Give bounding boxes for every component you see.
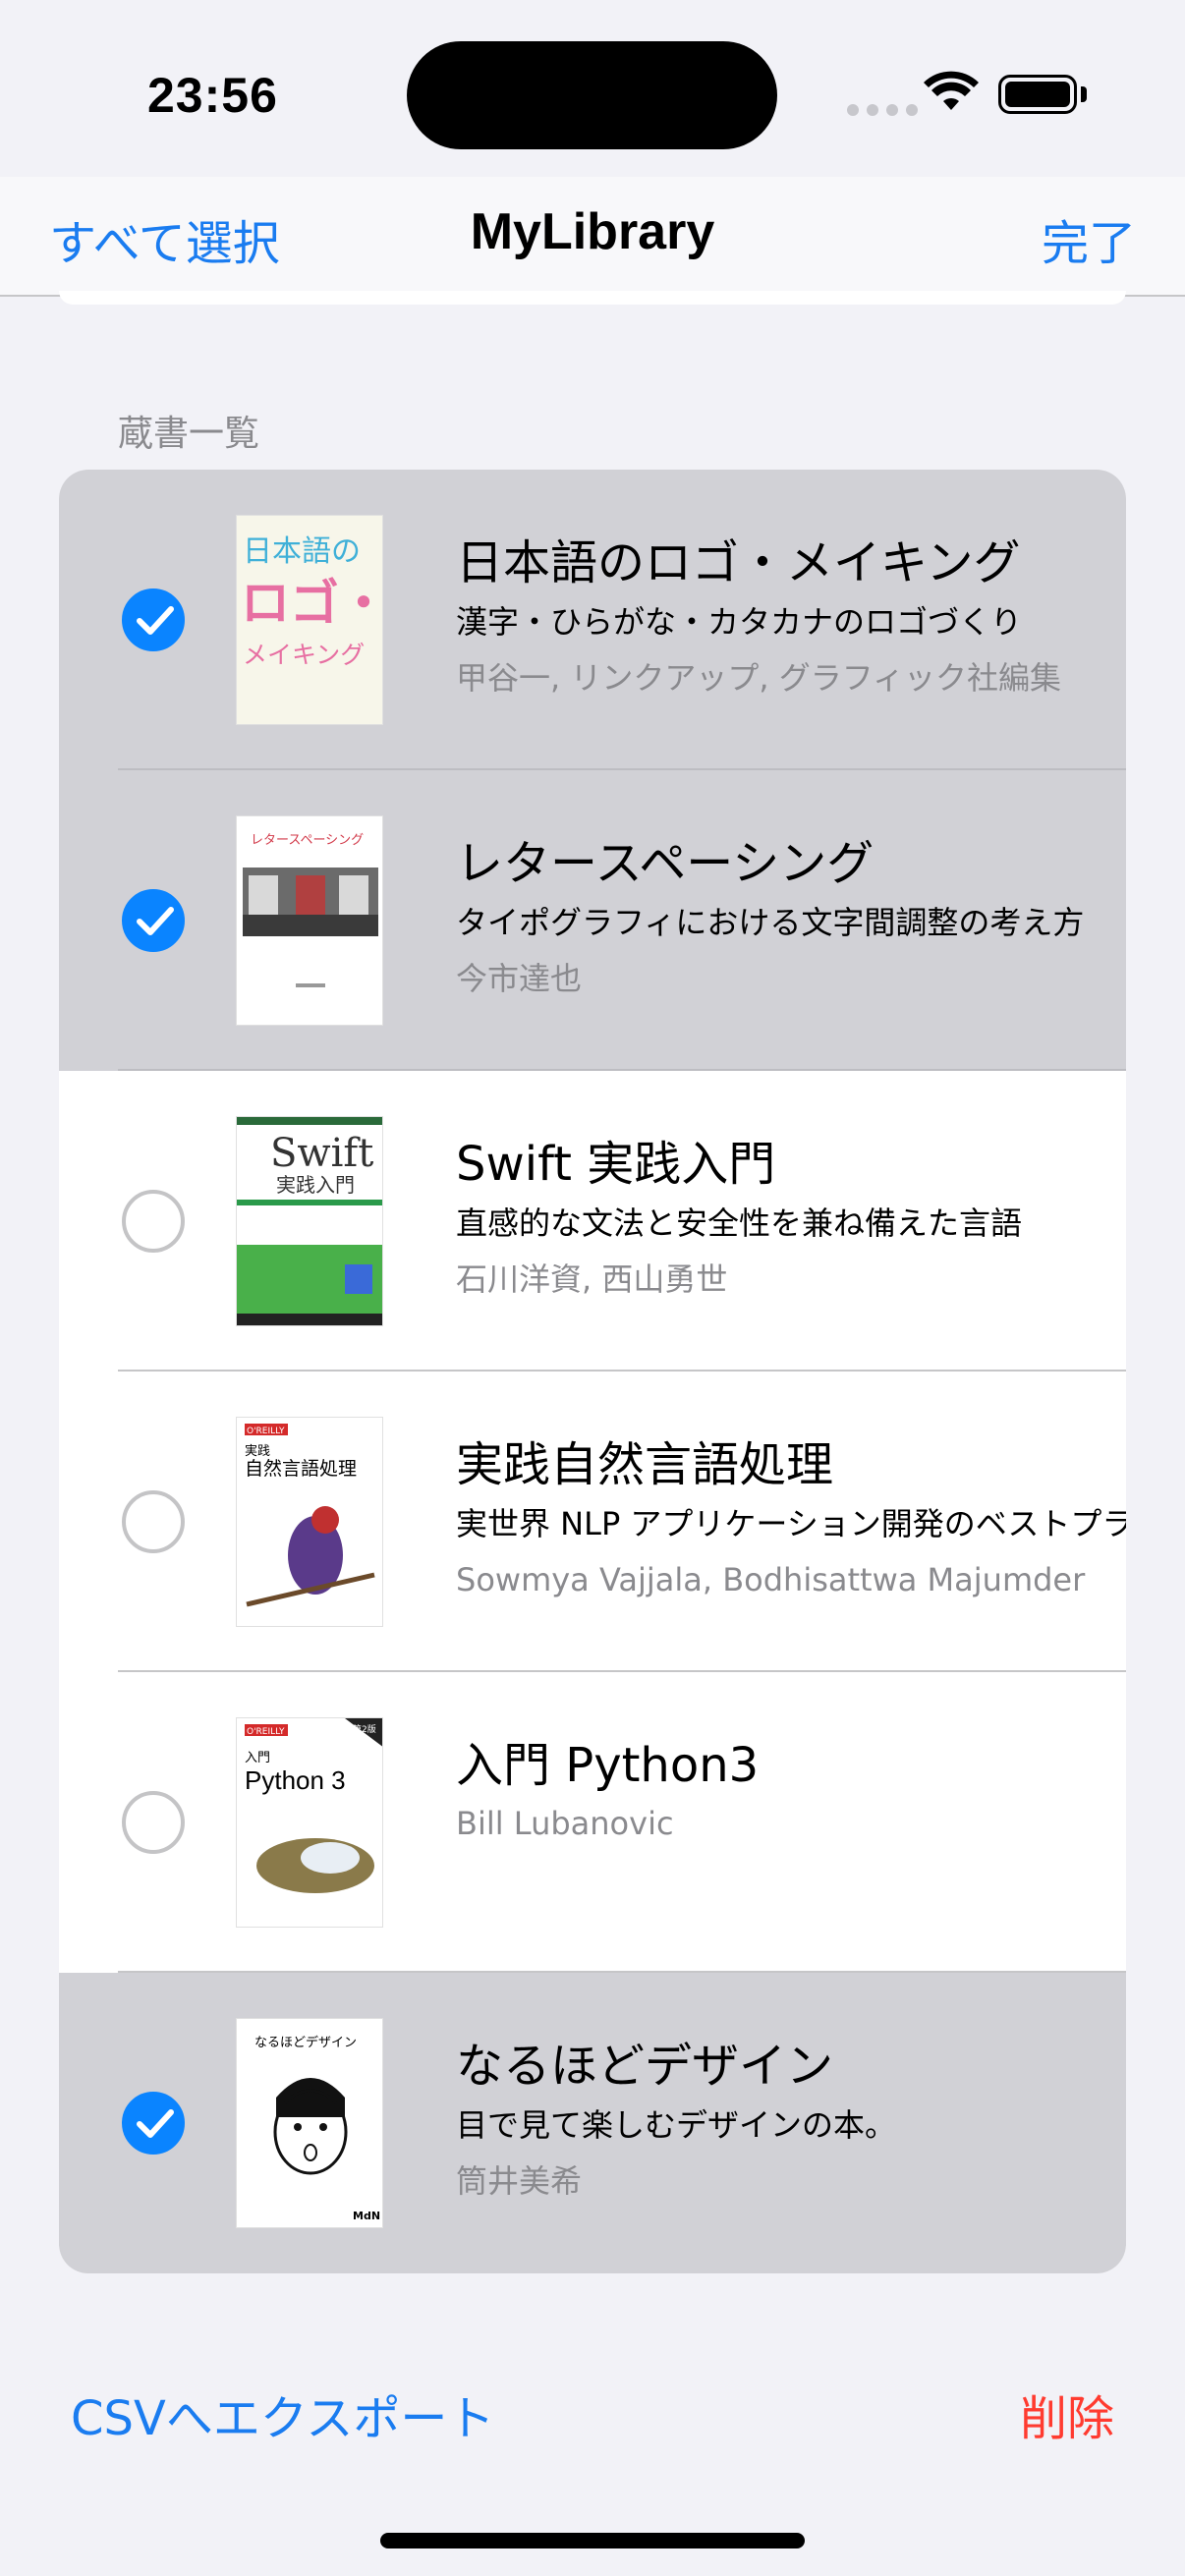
book-subtitle: 直感的な文法と安全性を兼ね備えた言語 <box>456 1204 1023 1242</box>
home-indicator[interactable] <box>380 2533 805 2548</box>
cover-text: メイキング <box>243 641 365 669</box>
book-title: なるほどデザイン <box>456 2039 834 2094</box>
cover-text: Python 3 <box>245 1765 346 1795</box>
book-author: 石川洋資, 西山勇世 <box>456 1260 728 1298</box>
selection-check-icon[interactable] <box>122 588 185 651</box>
cover-text: レタースペーシング <box>251 833 364 848</box>
cover-text: 入門 <box>245 1751 270 1765</box>
cover-text: O'REILLY <box>247 1727 285 1737</box>
book-author: Bill Lubanovic <box>456 1805 674 1842</box>
book-text-group: Swift 実践入門 直感的な文法と安全性を兼ね備えた言語 石川洋資, 西山勇世 <box>456 1134 1126 1307</box>
book-subtitle: 漢字・ひらがな・カタカナのロゴづくり <box>456 603 1023 641</box>
book-text-group: なるほどデザイン 目で見て楽しむデザインの本。 筒井美希 <box>456 2036 1126 2209</box>
book-row[interactable]: レタースペーシング レタースペーシング タイポグラフィにおける文字間調整の考え方… <box>59 770 1126 1071</box>
book-author: 甲谷一, リンクアップ, グラフィック社編集 <box>456 659 1062 697</box>
book-row[interactable]: 日本語の ロゴ・ メイキング 日本語のロゴ・メイキング 漢字・ひらがな・カタカナ… <box>59 470 1126 770</box>
status-bar: 23:56 <box>0 0 1185 177</box>
book-cover-image: O'REILLY 第2版 入門 Python 3 <box>236 1717 383 1928</box>
screen: 23:56 すべて選択 MyLibrary 完了 蔵書一覧 日本語の ロゴ・ メ… <box>0 0 1185 2576</box>
book-row[interactable]: O'REILLY 実践 自然言語処理 実践自然言語処理 実世界 NLP アプリケ… <box>59 1372 1126 1672</box>
cover-text: 日本語の <box>243 534 361 569</box>
status-time: 23:56 <box>147 68 278 123</box>
book-text-group: 実践自然言語処理 実世界 NLP アプリケーション開発のベストプラクティス So… <box>456 1434 1126 1607</box>
cover-text: なるほどデザイン <box>254 2035 357 2050</box>
cover-badge: 第2版 <box>353 1723 376 1735</box>
book-text-group: 日本語のロゴ・メイキング 漢字・ひらがな・カタカナのロゴづくり 甲谷一, リンク… <box>456 532 1126 705</box>
book-title: 実践自然言語処理 <box>456 1437 834 1492</box>
book-title: 入門 Python3 <box>456 1738 760 1793</box>
cover-text: 自然言語処理 <box>245 1458 357 1480</box>
book-title: 日本語のロゴ・メイキング <box>456 535 1021 590</box>
book-text-group: 入門 Python3 Bill Lubanovic <box>456 1735 1126 1851</box>
book-cover-image: O'REILLY 実践 自然言語処理 <box>236 1417 383 1627</box>
battery-icon <box>998 75 1077 114</box>
book-author: 今市達也 <box>456 960 583 997</box>
book-author: 筒井美希 <box>456 2162 583 2200</box>
cover-text: Swift <box>270 1131 373 1176</box>
battery-cap <box>1081 86 1087 102</box>
selection-check-icon[interactable] <box>122 889 185 952</box>
book-subtitle: 実世界 NLP アプリケーション開発のベストプラクティス <box>456 1505 1126 1542</box>
book-text-group: レタースペーシング タイポグラフィにおける文字間調整の考え方 今市達也 <box>456 833 1126 1006</box>
cover-text: 実践 <box>245 1443 270 1459</box>
book-row[interactable]: O'REILLY 第2版 入門 Python 3 入門 Python3 Bill… <box>59 1672 1126 1973</box>
book-author: Sowmya Vajjala, Bodhisattwa Majumder <box>456 1561 1086 1598</box>
cover-text: MdN <box>353 2210 380 2222</box>
scrolled-section-edge <box>59 291 1126 305</box>
selection-check-icon[interactable] <box>122 1490 185 1553</box>
book-cover-image: 日本語の ロゴ・ メイキング <box>236 515 383 725</box>
book-subtitle: タイポグラフィにおける文字間調整の考え方 <box>456 904 1085 941</box>
book-subtitle: 目で見て楽しむデザインの本。 <box>456 2106 897 2144</box>
export-csv-button[interactable]: CSVへエクスポート <box>71 2380 494 2448</box>
book-title: Swift 実践入門 <box>456 1137 776 1192</box>
done-button[interactable]: 完了 <box>1042 204 1136 273</box>
book-title: レタースペーシング <box>456 836 875 891</box>
page-title: MyLibrary <box>470 203 715 260</box>
selection-check-icon[interactable] <box>122 1791 185 1854</box>
book-cover-image: なるほどデザイン MdN <box>236 2018 383 2228</box>
book-row[interactable]: Swift 実践入門 Swift 実践入門 直感的な文法と安全性を兼ね備えた言語… <box>59 1071 1126 1372</box>
book-row[interactable]: なるほどデザイン MdN なるほどデザイン 目で見て楽しむデザインの本。 筒井美… <box>59 1973 1126 2273</box>
selection-check-icon[interactable] <box>122 1190 185 1253</box>
wifi-icon <box>924 71 979 110</box>
cover-text: O'REILLY <box>247 1427 285 1436</box>
selection-check-icon[interactable] <box>122 2092 185 2155</box>
book-cover-image: レタースペーシング <box>236 815 383 1026</box>
book-cover-image: Swift 実践入門 <box>236 1116 383 1326</box>
delete-button[interactable]: 削除 <box>1020 2380 1114 2448</box>
cover-text: 実践入門 <box>276 1173 355 1197</box>
book-list: 日本語の ロゴ・ メイキング 日本語のロゴ・メイキング 漢字・ひらがな・カタカナ… <box>59 470 1126 2273</box>
section-header: 蔵書一覧 <box>118 414 260 454</box>
cover-text: ロゴ・ <box>241 575 383 632</box>
cellular-signal-icon <box>847 104 918 116</box>
dynamic-island <box>407 41 777 149</box>
navigation-bar: すべて選択 MyLibrary 完了 <box>0 177 1185 297</box>
